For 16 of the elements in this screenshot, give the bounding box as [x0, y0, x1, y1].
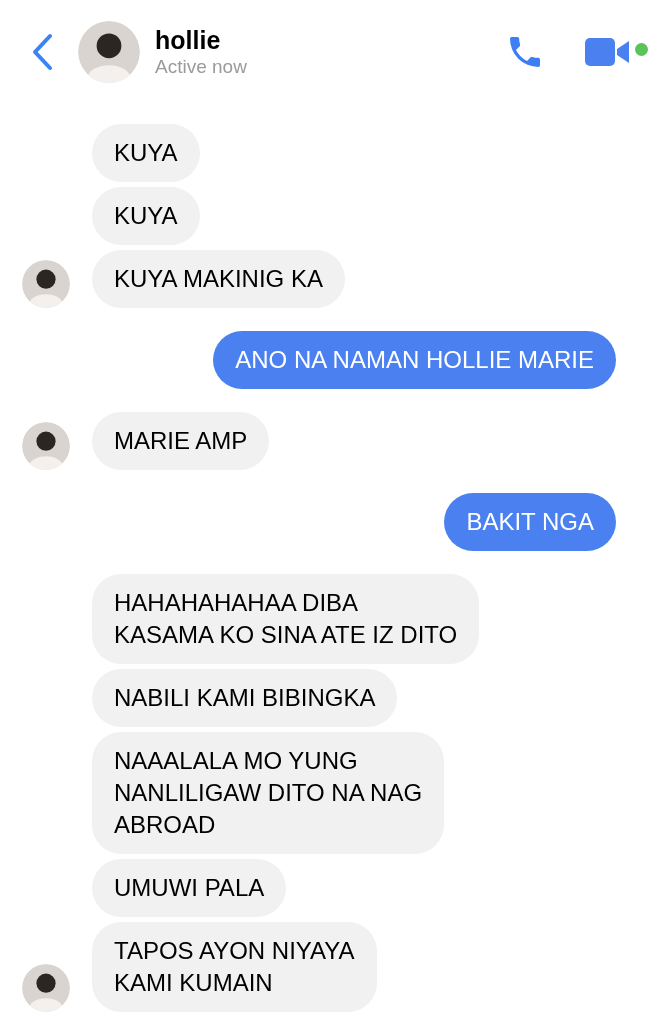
received-message: TAPOS AYON NIYAYA KAMI KUMAIN: [92, 922, 377, 1012]
sent-message: ANO NA NAMAN HOLLIE MARIE: [213, 331, 616, 389]
received-message: KUYA MAKINIG KA: [92, 250, 345, 308]
active-status: Active now: [155, 55, 247, 79]
received-message: HAHAHAHAHAA DIBA KASAMA KO SINA ATE IZ DITO: [92, 574, 480, 664]
sent-message: BAKIT NGA: [444, 493, 616, 551]
back-icon[interactable]: [30, 32, 54, 72]
contact-name: hollie: [155, 25, 222, 55]
received-message: KUYA: [92, 124, 200, 182]
received-message: NABILI KAMI BIBINGKA: [92, 669, 398, 727]
received-message: NAAALALA MO YUNG NANLILIGAW DITO NA NAG ABROAD: [92, 732, 445, 854]
received-message: UMUWI PALA: [92, 859, 287, 917]
avatar: [78, 21, 140, 83]
received-message: KUYA: [92, 187, 200, 245]
received-message: MARIE AMP: [92, 412, 270, 470]
video-call-icon[interactable]: [585, 36, 631, 68]
